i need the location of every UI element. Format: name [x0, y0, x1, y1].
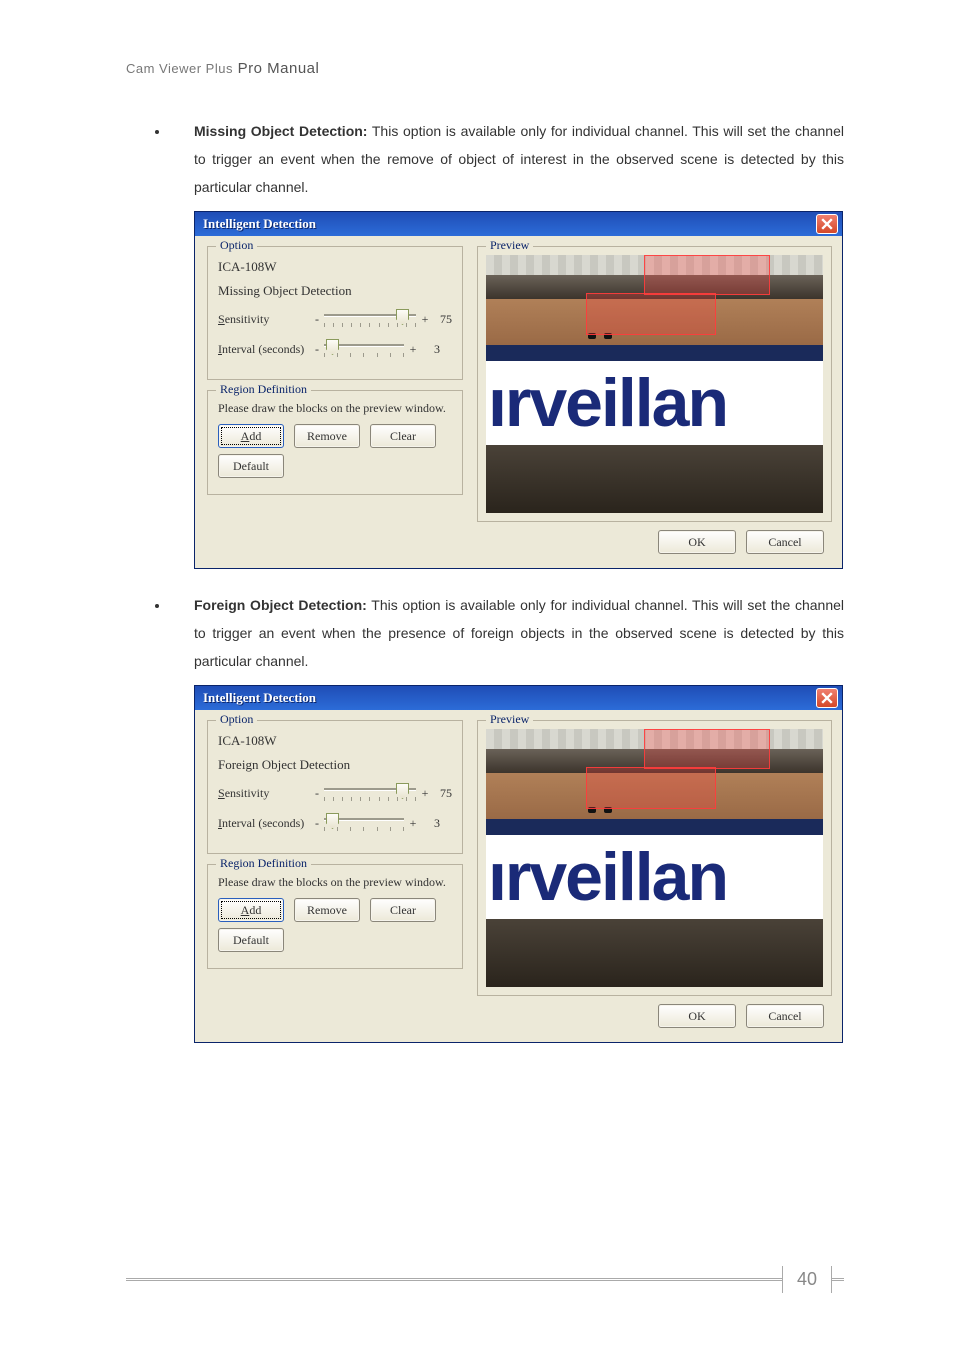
option-legend: Option: [216, 238, 257, 253]
header-subtitle: Pro Manual: [238, 60, 320, 77]
dialog-intelligent-detection-2: Intelligent Detection Option ICA-108W Fo…: [194, 685, 843, 1043]
region-group: Region Definition Please draw the blocks…: [207, 390, 463, 495]
sensitivity-label: Sensitivity: [218, 786, 310, 801]
dialog-intelligent-detection-1: Intelligent Detection Option ICA-108W Mi…: [194, 211, 843, 569]
plus-icon: +: [408, 816, 418, 831]
close-icon: [821, 692, 833, 704]
preview-legend: Preview: [486, 712, 533, 727]
sensitivity-row: Sensitivity - + 75: [218, 783, 452, 803]
remove-button[interactable]: Remove: [294, 898, 360, 922]
header-product: Cam Viewer Plus: [126, 61, 233, 76]
minus-icon: -: [314, 786, 320, 801]
sensitivity-value: 75: [434, 312, 452, 327]
close-button[interactable]: [816, 214, 838, 234]
plus-icon: +: [408, 342, 418, 357]
detection-mode: Foreign Object Detection: [218, 757, 452, 773]
window-title: Intelligent Detection: [203, 690, 316, 706]
remove-button[interactable]: Remove: [294, 424, 360, 448]
interval-slider[interactable]: [324, 339, 404, 359]
region-selection[interactable]: [586, 767, 716, 809]
clear-button[interactable]: Clear: [370, 898, 436, 922]
bullet-missing-object: Missing Object Detection: This option is…: [170, 117, 844, 201]
titlebar[interactable]: Intelligent Detection: [195, 212, 842, 236]
region-selection[interactable]: [586, 293, 716, 335]
add-button[interactable]: Add: [218, 424, 284, 448]
preview-canvas[interactable]: ırveillan: [486, 255, 823, 513]
region-legend: Region Definition: [216, 856, 311, 871]
option-group: Option ICA-108W Foreign Object Detection…: [207, 720, 463, 854]
interval-label: Interval (seconds): [218, 342, 310, 357]
cancel-button[interactable]: Cancel: [746, 530, 824, 554]
page-footer: 40: [126, 1263, 844, 1295]
sensitivity-label: Sensitivity: [218, 312, 310, 327]
detection-mode: Missing Object Detection: [218, 283, 452, 299]
interval-row: Interval (seconds) - + 3: [218, 813, 452, 833]
bullet-title: Missing Object Detection:: [194, 123, 367, 139]
minus-icon: -: [314, 816, 320, 831]
option-group: Option ICA-108W Missing Object Detection…: [207, 246, 463, 380]
plus-icon: +: [420, 312, 430, 327]
titlebar[interactable]: Intelligent Detection: [195, 686, 842, 710]
sensitivity-row: Sensitivity - + 75: [218, 309, 452, 329]
preview-legend: Preview: [486, 238, 533, 253]
default-button[interactable]: Default: [218, 928, 284, 952]
interval-value: 3: [422, 342, 440, 357]
window-title: Intelligent Detection: [203, 216, 316, 232]
sensitivity-value: 75: [434, 786, 452, 801]
interval-slider[interactable]: [324, 813, 404, 833]
sensitivity-slider[interactable]: [324, 309, 416, 329]
page-header: Cam Viewer Plus Pro Manual: [126, 60, 844, 77]
region-instruction: Please draw the blocks on the preview wi…: [218, 401, 452, 416]
camera-name: ICA-108W: [218, 259, 452, 275]
close-icon: [821, 218, 833, 230]
clear-button[interactable]: Clear: [370, 424, 436, 448]
interval-value: 3: [422, 816, 440, 831]
preview-banner-text: ırveillan: [486, 361, 823, 445]
preview-canvas[interactable]: ırveillan: [486, 729, 823, 987]
preview-group: Preview ırveillan: [477, 720, 832, 996]
cancel-button[interactable]: Cancel: [746, 1004, 824, 1028]
page-number: 40: [782, 1266, 832, 1293]
sensitivity-slider[interactable]: [324, 783, 416, 803]
preview-banner-text: ırveillan: [486, 835, 823, 919]
preview-group: Preview ırveillan: [477, 246, 832, 522]
minus-icon: -: [314, 342, 320, 357]
interval-row: Interval (seconds) - + 3: [218, 339, 452, 359]
region-instruction: Please draw the blocks on the preview wi…: [218, 875, 452, 890]
region-group: Region Definition Please draw the blocks…: [207, 864, 463, 969]
option-legend: Option: [216, 712, 257, 727]
bullet-title: Foreign Object Detection:: [194, 597, 367, 613]
region-legend: Region Definition: [216, 382, 311, 397]
ok-button[interactable]: OK: [658, 530, 736, 554]
minus-icon: -: [314, 312, 320, 327]
bullet-foreign-object: Foreign Object Detection: This option is…: [170, 591, 844, 675]
region-selection[interactable]: [644, 729, 770, 769]
close-button[interactable]: [816, 688, 838, 708]
ok-button[interactable]: OK: [658, 1004, 736, 1028]
plus-icon: +: [420, 786, 430, 801]
interval-label: Interval (seconds): [218, 816, 310, 831]
add-button[interactable]: Add: [218, 898, 284, 922]
default-button[interactable]: Default: [218, 454, 284, 478]
region-selection[interactable]: [644, 255, 770, 295]
camera-name: ICA-108W: [218, 733, 452, 749]
